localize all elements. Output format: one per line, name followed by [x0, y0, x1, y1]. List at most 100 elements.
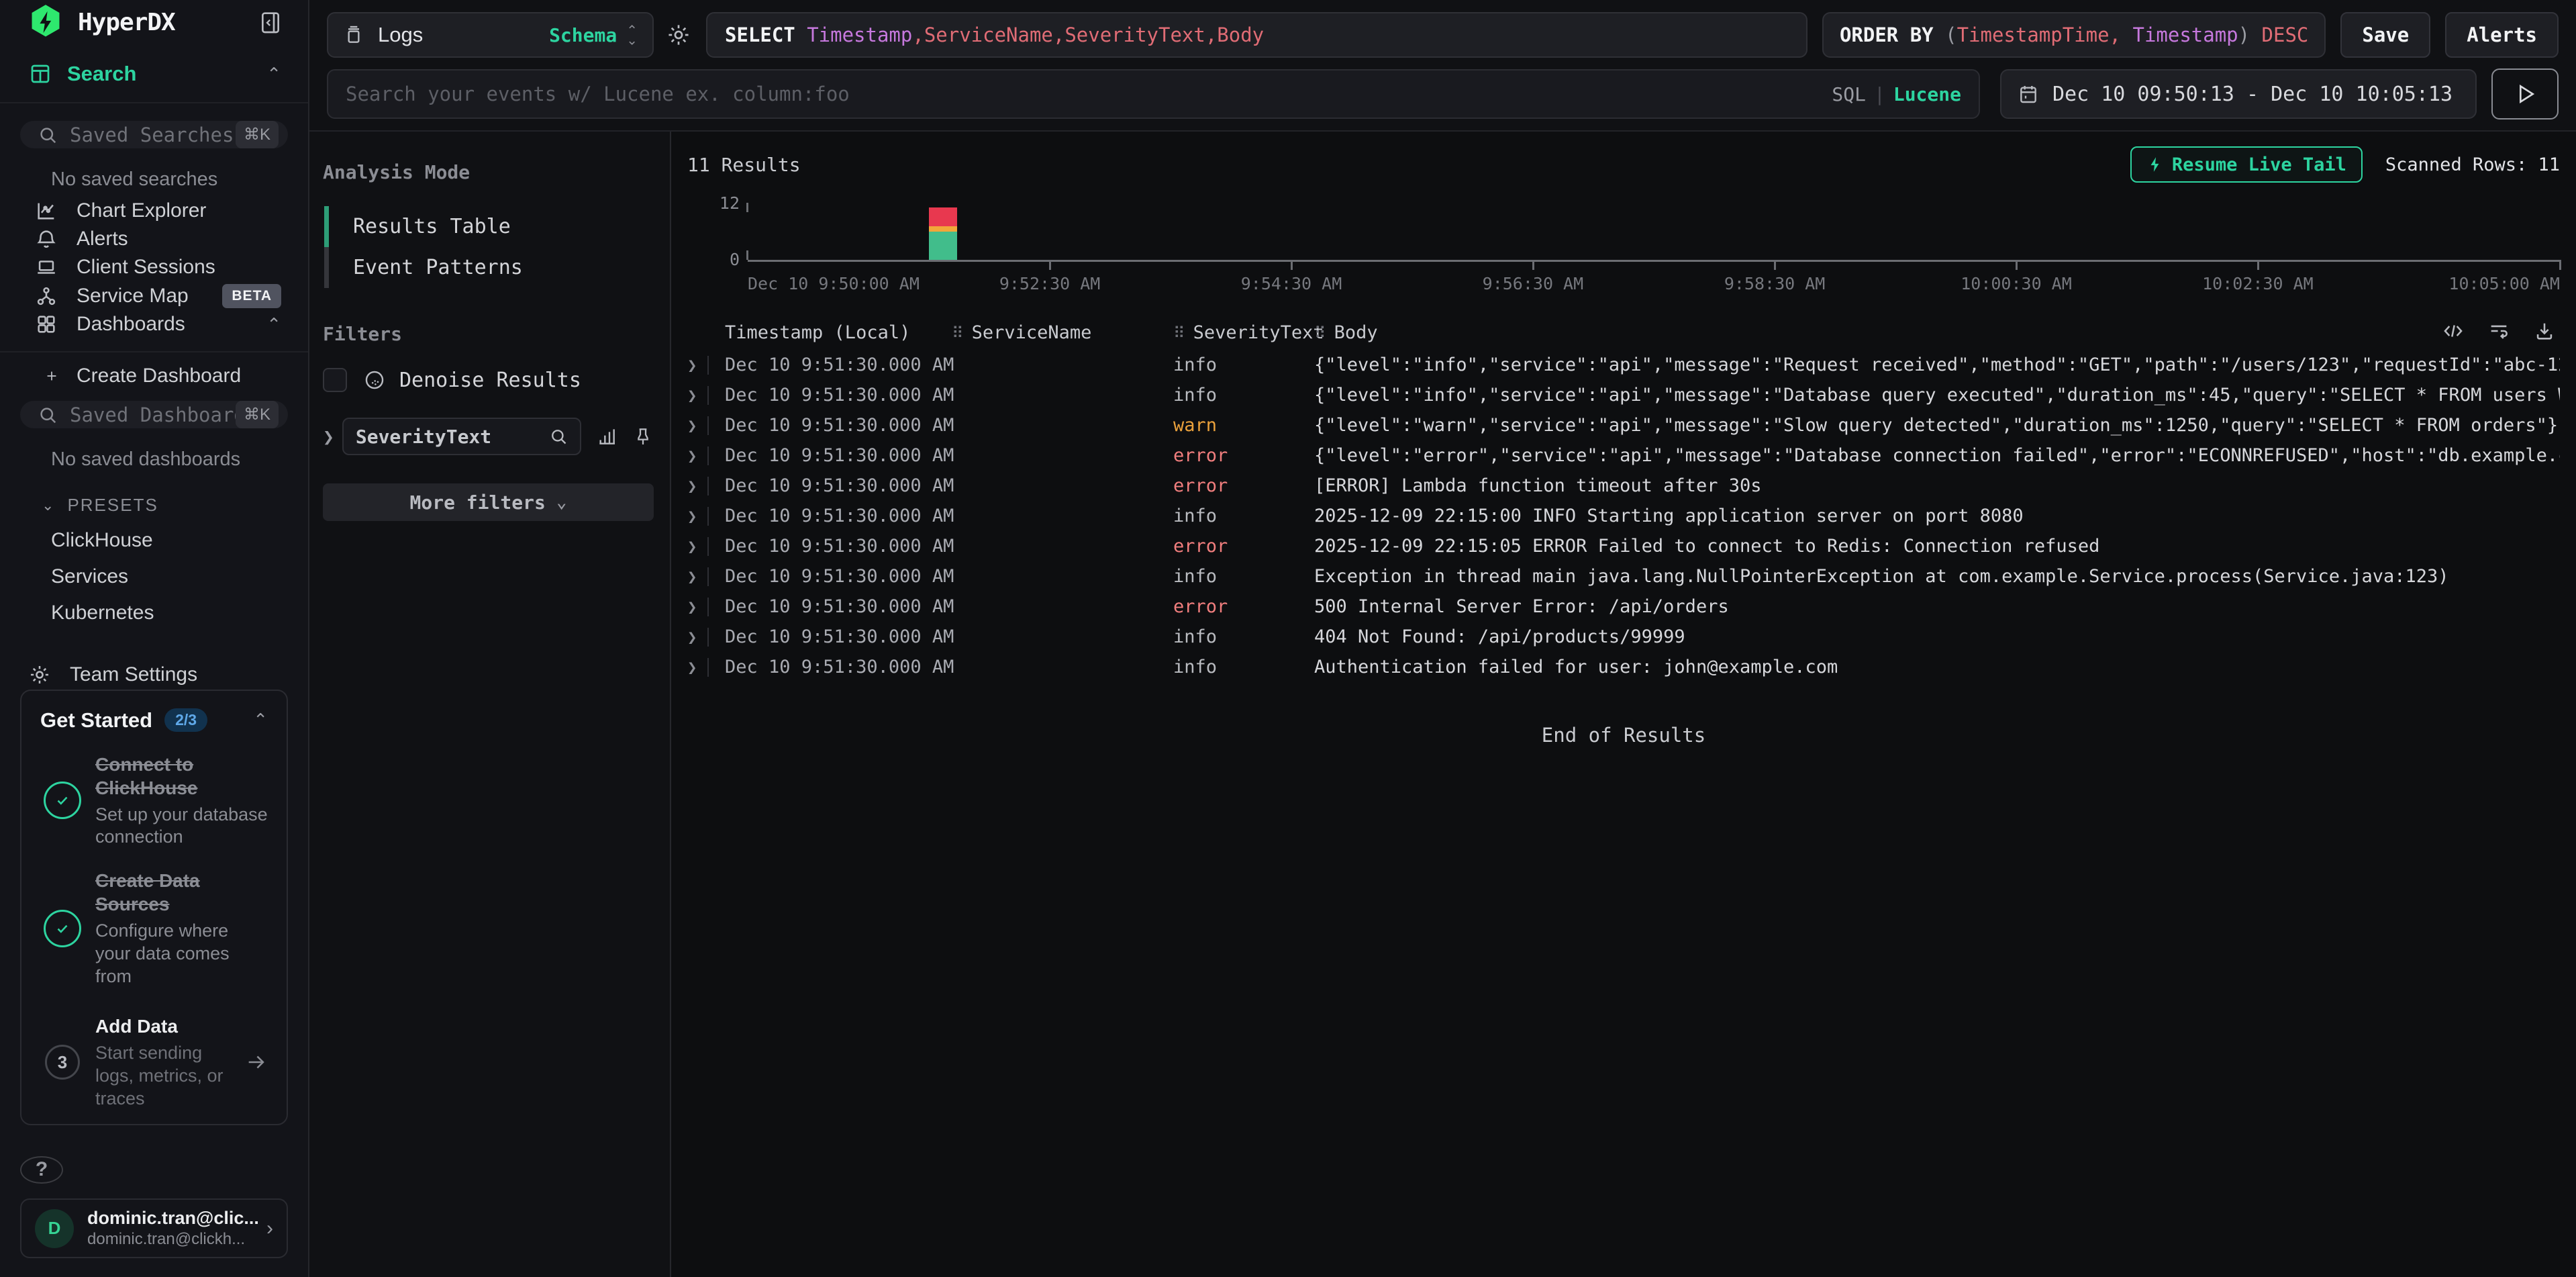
table-row[interactable]: ❯ Dec 10 9:51:30.000 AM error 500 Intern… — [687, 592, 2560, 622]
space — [2121, 23, 2132, 46]
table-row[interactable]: ❯ Dec 10 9:51:30.000 AM info {"level":"i… — [687, 350, 2560, 380]
denoise-checkbox[interactable] — [323, 368, 347, 392]
table-row[interactable]: ❯ Dec 10 9:51:30.000 AM info 2025-12-09 … — [687, 501, 2560, 531]
expand-row-icon[interactable]: ❯ — [687, 416, 697, 435]
expand-row-icon[interactable]: ❯ — [687, 356, 697, 375]
x-axis-label: Dec 10 9:50:00 AM — [748, 274, 920, 293]
more-filters-button[interactable]: More filters ⌄ — [323, 483, 654, 521]
source-select[interactable]: Logs Schema ⌃⌃ — [327, 12, 654, 58]
table-row[interactable]: ❯ Dec 10 9:51:30.000 AM warn {"level":"w… — [687, 410, 2560, 440]
row-timestamp: Dec 10 9:51:30.000 AM — [725, 596, 952, 617]
expand-row-icon[interactable]: ❯ — [687, 567, 697, 586]
expand-row-icon[interactable]: ❯ — [687, 628, 697, 647]
table-row[interactable]: ❯ Dec 10 9:51:30.000 AM info Authenticat… — [687, 652, 2560, 682]
collapse-sidebar-icon[interactable] — [257, 9, 284, 36]
results-histogram[interactable]: 12 0 Dec 10 9:50:00 AM9:52:30 AM9:54:30 … — [687, 203, 2560, 303]
sidebar-item-alerts[interactable]: Alerts — [0, 225, 308, 253]
select-columns-input[interactable]: SELECT Timestamp,ServiceName,SeverityTex… — [706, 12, 1807, 58]
check-circle-icon — [44, 910, 81, 947]
sidebar-item-search[interactable]: Search ⌃ — [0, 44, 308, 102]
table-row[interactable]: ❯ Dec 10 9:51:30.000 AM info {"level":"i… — [687, 380, 2560, 410]
run-query-button[interactable] — [2491, 68, 2559, 120]
time-range-picker[interactable]: Dec 10 09:50:13 - Dec 10 10:05:13 — [2000, 69, 2477, 119]
expand-filter-icon[interactable]: ❯ — [323, 426, 334, 448]
chevron-up-icon[interactable]: ⌃ — [266, 314, 281, 335]
create-dashboard-button[interactable]: Create Dashboard — [0, 362, 308, 390]
column-header-body[interactable]: ⠿Body — [1314, 322, 2439, 343]
view-source-code-icon[interactable] — [2442, 322, 2465, 342]
sidebar-item-client-sessions[interactable]: Client Sessions — [0, 253, 308, 281]
sidebar-item-dashboards[interactable]: Dashboards ⌃ — [0, 310, 308, 338]
get-started-item-add-data[interactable]: 3 Add Data Start sending logs, metrics, … — [40, 1014, 268, 1110]
table-row[interactable]: ❯ Dec 10 9:51:30.000 AM error 2025-12-09… — [687, 531, 2560, 561]
expand-row-icon[interactable]: ❯ — [687, 598, 697, 616]
presets-toggle[interactable]: ⌄ PRESETS — [0, 476, 308, 522]
source-settings-gear-icon[interactable] — [666, 22, 691, 48]
get-started-item-connect[interactable]: Connect to ClickHouse Set up your databa… — [40, 753, 268, 849]
expand-row-icon[interactable]: ❯ — [687, 477, 697, 495]
download-icon[interactable] — [2533, 322, 2556, 342]
sidebar-item-label: Alerts — [77, 228, 281, 250]
saved-searches-input[interactable]: ⌘K — [20, 121, 288, 148]
preset-kubernetes[interactable]: Kubernetes — [0, 595, 308, 631]
severity-filter-searchbox[interactable]: SeverityText — [342, 418, 581, 455]
table-row[interactable]: ❯ Dec 10 9:51:30.000 AM info Exception i… — [687, 561, 2560, 592]
help-button[interactable]: ? — [20, 1156, 63, 1184]
resume-live-tail-button[interactable]: Resume Live Tail — [2130, 146, 2363, 183]
saved-dashboards-input[interactable]: ⌘K — [20, 401, 288, 428]
x-axis-label: 10:00:30 AM — [1961, 274, 2072, 293]
sidebar-item-service-map[interactable]: Service Map BETA — [0, 282, 308, 310]
save-button[interactable]: Save — [2340, 12, 2430, 58]
expand-row-icon[interactable]: ❯ — [687, 446, 697, 465]
preset-services[interactable]: Services — [0, 559, 308, 595]
expand-row-icon[interactable]: ❯ — [687, 537, 697, 556]
get-started-item-sources[interactable]: Create Data Sources Configure where your… — [40, 869, 268, 988]
lightning-icon — [2146, 156, 2164, 173]
column-header-servicename[interactable]: ⠿ServiceName — [952, 322, 1173, 343]
mode-event-patterns[interactable]: Event Patterns — [324, 247, 654, 288]
schema-label: Schema — [549, 24, 617, 46]
mode-results-table[interactable]: Results Table — [324, 206, 654, 247]
row-timestamp: Dec 10 9:51:30.000 AM — [725, 415, 952, 436]
user-menu[interactable]: D dominic.tran@clic... dominic.tran@clic… — [20, 1198, 288, 1258]
sidebar-item-chart-explorer[interactable]: Chart Explorer — [0, 196, 308, 224]
x-axis-label: 10:02:30 AM — [2202, 274, 2314, 293]
sql-columns: ,ServiceName,SeverityText,Body — [912, 23, 1264, 46]
expand-row-icon[interactable]: ❯ — [687, 658, 697, 677]
results-count: 11 Results — [687, 154, 801, 176]
drag-handle-icon[interactable]: ⠿ — [1173, 324, 1184, 342]
column-header-severitytext[interactable]: ⠿SeverityText — [1173, 322, 1314, 343]
expand-row-icon[interactable]: ❯ — [687, 386, 697, 405]
sidebar-item-team-settings[interactable]: Team Settings — [0, 661, 308, 689]
alerts-button[interactable]: Alerts — [2445, 12, 2559, 58]
histogram-bar[interactable] — [929, 207, 957, 260]
expand-row-icon[interactable]: ❯ — [687, 507, 697, 526]
chevron-up-icon[interactable]: ⌃ — [266, 64, 281, 85]
row-severity: info — [1173, 354, 1314, 375]
pin-icon[interactable] — [632, 426, 654, 447]
chevron-up-icon[interactable]: ⌃ — [253, 710, 268, 730]
preset-clickhouse[interactable]: ClickHouse — [0, 522, 308, 559]
drag-handle-icon[interactable]: ⠿ — [952, 324, 962, 342]
order-by-input[interactable]: ORDER BY (TimestampTime, Timestamp) DESC — [1822, 12, 2326, 58]
table-row[interactable]: ❯ Dec 10 9:51:30.000 AM error {"level":"… — [687, 440, 2560, 471]
x-axis-tick — [1291, 260, 1293, 270]
query-language-toggle[interactable]: SQL|Lucene — [1832, 83, 1961, 105]
analysis-mode-heading: Analysis Mode — [323, 161, 654, 183]
event-search-box[interactable]: SQL|Lucene — [327, 69, 1980, 119]
text-wrap-icon[interactable] — [2487, 322, 2510, 342]
table-row[interactable]: ❯ Dec 10 9:51:30.000 AM error [ERROR] La… — [687, 471, 2560, 501]
sql-toggle[interactable]: SQL — [1832, 83, 1866, 105]
resume-live-tail-label: Resume Live Tail — [2172, 154, 2346, 175]
bar-chart-icon[interactable] — [596, 426, 617, 447]
event-search-input[interactable] — [346, 83, 1818, 105]
lucene-toggle[interactable]: Lucene — [1893, 83, 1961, 105]
results-table: Timestamp (Local) ⠿ServiceName ⠿Severity… — [687, 322, 2560, 1277]
saved-dashboards-field[interactable] — [70, 404, 236, 426]
row-separator — [707, 658, 709, 677]
gear-icon — [28, 663, 52, 686]
saved-searches-field[interactable] — [70, 124, 236, 146]
column-header-timestamp[interactable]: Timestamp (Local) — [725, 322, 952, 343]
table-row[interactable]: ❯ Dec 10 9:51:30.000 AM info 404 Not Fou… — [687, 622, 2560, 652]
drag-handle-icon[interactable]: ⠿ — [1314, 324, 1325, 342]
